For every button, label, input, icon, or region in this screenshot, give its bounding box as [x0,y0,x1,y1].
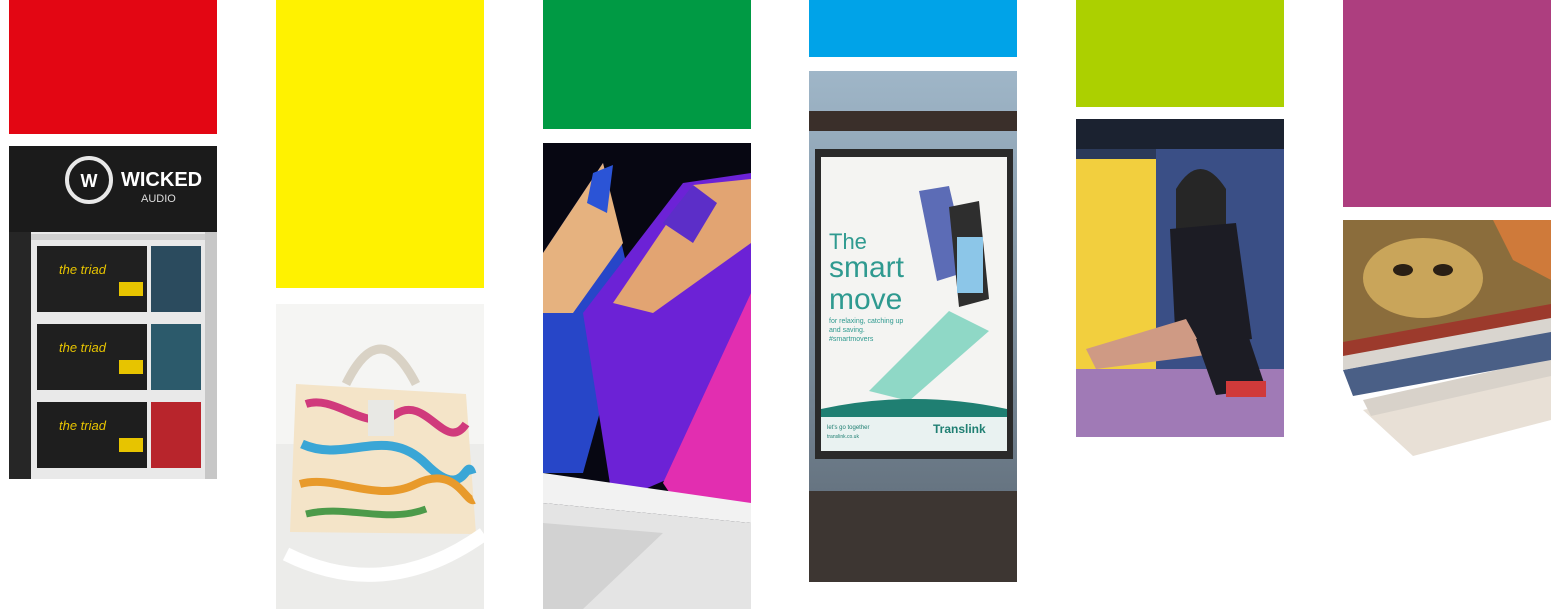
colored-pencils-photo [543,143,751,609]
billboard-hashtag: #smartmovers [829,336,874,343]
green-swatch [543,0,751,129]
svg-text:the triad: the triad [59,418,107,433]
billboard-tagline-1: for relaxing, catching up [829,318,903,325]
svg-text:the triad: the triad [59,340,107,355]
svg-text:translink.co.uk: translink.co.uk [827,434,859,440]
yellow-swatch [276,0,484,288]
column-red: W WICKED AUDIO the triad the triad the t… [9,0,217,609]
lightbox-model-photo [1076,119,1284,437]
audio-logo-text: AUDIO [141,193,176,205]
svg-text:W: W [81,171,98,191]
column-yellow [276,0,484,609]
red-swatch [9,0,217,134]
billboard-headline-smart: smart [829,251,905,284]
svg-text:the triad: the triad [59,262,107,277]
graffiti-handbag-photo [276,304,484,609]
column-green [543,0,751,609]
billboard-tagline-2: and saving. [829,327,865,334]
magenta-swatch [1343,0,1551,207]
wicked-logo-text: WICKED [121,169,202,191]
lime-swatch [1076,0,1284,107]
column-lime [1076,0,1284,609]
retail-display-photo: W WICKED AUDIO the triad the triad the t… [9,146,217,479]
column-magenta [1343,0,1551,609]
svg-text:let's go together: let's go together [827,425,870,431]
translink-logo-text: Translink [933,422,986,436]
billboard-headline-move: move [829,283,902,316]
stacked-print-boards-photo [1343,220,1551,457]
column-cyan: The smart move for relaxing, catching up… [809,0,1017,609]
bus-shelter-billboard-photo: The smart move for relaxing, catching up… [809,71,1017,582]
cyan-swatch [809,0,1017,57]
